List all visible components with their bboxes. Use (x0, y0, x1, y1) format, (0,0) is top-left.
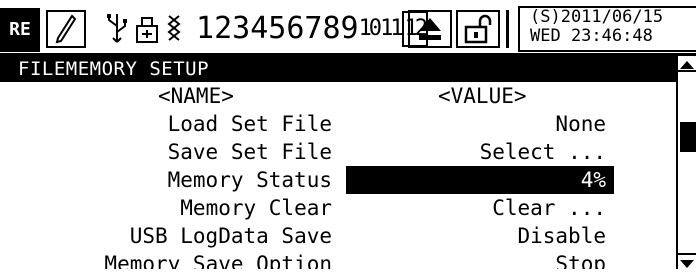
scroll-up-button[interactable] (678, 56, 696, 72)
channel-5: 5 (268, 11, 286, 46)
setting-name: Load Set File (167, 112, 332, 136)
setting-value[interactable]: Clear ... (492, 194, 606, 222)
setting-row-memory-clear[interactable]: Memory Clear Clear ... (0, 194, 676, 222)
channel-9: 9 (340, 11, 359, 46)
setting-value[interactable]: Select ... (480, 138, 606, 166)
name-column-header: <NAME> (158, 84, 234, 108)
column-header: <NAME> <VALUE> (0, 82, 676, 110)
channel-8: 8 (322, 11, 340, 46)
scroll-down-button[interactable] (678, 253, 696, 269)
scrollbar[interactable] (676, 56, 696, 269)
setting-value[interactable]: None (555, 110, 606, 138)
setting-name: Memory Save Option (104, 252, 332, 269)
setting-name: Memory Status (167, 168, 332, 192)
setting-name: USB LogData Save (129, 224, 332, 248)
clock-time: WED 23:46:48 (530, 26, 653, 46)
selected-value-highlight[interactable]: 4% (346, 166, 614, 194)
setting-name: Save Set File (167, 140, 332, 164)
page-title: FILEMEMORY SETUP (0, 56, 676, 82)
value-column-header: <VALUE> (438, 84, 527, 108)
channel-2: 2 (214, 11, 232, 46)
battery-icon (164, 12, 184, 46)
arrow-up-icon (680, 61, 694, 69)
channel-11: 11 (380, 16, 403, 41)
eject-icon[interactable] (408, 10, 452, 48)
setting-row-memory-save-option[interactable]: Memory Save Option Stop (0, 250, 676, 269)
setting-row-save-set-file[interactable]: Save Set File Select ... (0, 138, 676, 166)
usb-icon (104, 12, 130, 46)
printer-icon (134, 12, 160, 46)
clock-date: (S)2011/06/15 (530, 7, 664, 27)
arrow-down-icon (680, 260, 694, 268)
clock: (S)2011/06/15 WED 23:46:48 (518, 6, 696, 52)
channel-4: 4 (250, 11, 268, 46)
channel-3: 3 (232, 11, 250, 46)
setting-row-load-set-file[interactable]: Load Set File None (0, 110, 676, 138)
settings-list: <NAME> <VALUE> Load Set File None Save S… (0, 82, 676, 269)
setting-value[interactable]: Disable (517, 222, 606, 250)
device-status-group (98, 10, 190, 48)
channel-1: 1 (196, 11, 214, 46)
setting-name: Memory Clear (180, 196, 332, 220)
scroll-thumb[interactable] (680, 122, 696, 152)
setting-value[interactable]: Stop (555, 250, 606, 269)
channel-6: 6 (286, 11, 304, 46)
divider (506, 10, 509, 48)
pen-icon[interactable] (46, 10, 86, 48)
channel-indicators: 1 2 3 4 5 6 7 8 9 10 11 12 (196, 10, 429, 48)
status-bar: RE 1 2 3 4 5 6 7 8 9 10 11 12 (S)2011/06… (0, 0, 696, 56)
setting-value: 4% (580, 168, 606, 192)
mode-label: RE (0, 8, 40, 52)
setting-row-memory-status[interactable]: Memory Status 4% (0, 166, 676, 194)
unlock-icon[interactable] (456, 10, 500, 48)
channel-10: 10 (358, 16, 382, 41)
setting-row-usb-logdata-save[interactable]: USB LogData Save Disable (0, 222, 676, 250)
channel-7: 7 (304, 11, 322, 46)
